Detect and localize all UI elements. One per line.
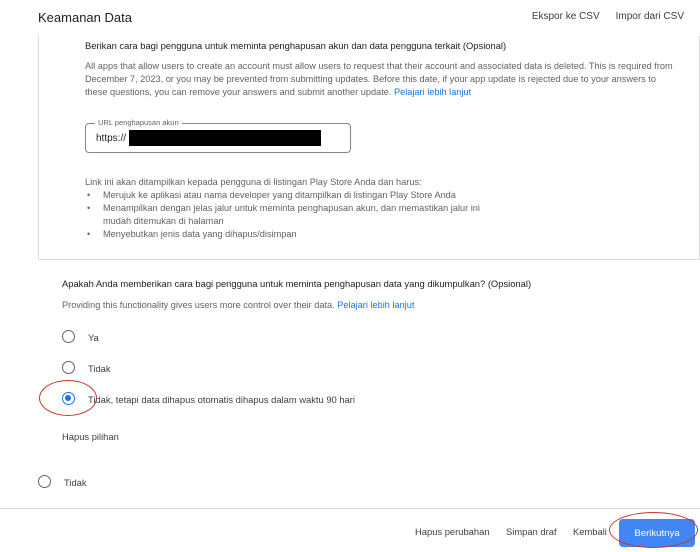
header-actions: Ekspor ke CSV Impor dari CSV bbox=[532, 11, 684, 22]
url-requirements-intro: Link ini akan ditampilkan kepada penggun… bbox=[85, 177, 422, 187]
radio-extra-no-label[interactable]: Tidak bbox=[64, 477, 87, 488]
save-draft-button[interactable]: Simpan draf bbox=[506, 526, 557, 537]
url-field-value: https:// bbox=[96, 133, 127, 144]
learn-more-link-2[interactable]: Pelajari lebih lanjut bbox=[337, 300, 414, 310]
account-deletion-description: All apps that allow users to create an a… bbox=[85, 60, 675, 99]
url-requirements: Link ini akan ditampilkan kepada penggun… bbox=[85, 176, 495, 241]
radio-no-auto-delete-label[interactable]: Tidak, tetapi data dihapus otomatis diha… bbox=[88, 394, 355, 405]
account-deletion-url-field[interactable]: URL penghapusan akun https:// bbox=[85, 118, 351, 153]
data-deletion-question-description: Providing this functionality gives users… bbox=[62, 300, 414, 310]
url-requirements-list: Merujuk ke aplikasi atau nama developer … bbox=[85, 189, 495, 241]
radio-extra-no[interactable] bbox=[38, 475, 51, 488]
export-csv-button[interactable]: Ekspor ke CSV bbox=[532, 11, 600, 22]
account-deletion-description-text: All apps that allow users to create an a… bbox=[85, 61, 673, 97]
radio-no-label[interactable]: Tidak bbox=[88, 363, 111, 374]
top-header: Keamanan Data Ekspor ke CSV Impor dari C… bbox=[0, 0, 700, 36]
redacted-block bbox=[129, 130, 321, 146]
requirement-item: Menampilkan dengan jelas jalur untuk mem… bbox=[85, 202, 495, 228]
account-deletion-title: Berikan cara bagi pengguna untuk meminta… bbox=[85, 40, 507, 51]
page-title: Keamanan Data bbox=[38, 10, 132, 25]
requirement-item: Merujuk ke aplikasi atau nama developer … bbox=[85, 189, 495, 202]
radio-no[interactable] bbox=[62, 361, 75, 374]
clear-selection-button[interactable]: Hapus pilihan bbox=[62, 431, 119, 442]
radio-yes-label[interactable]: Ya bbox=[88, 332, 99, 343]
learn-more-link[interactable]: Pelajari lebih lanjut bbox=[394, 87, 471, 97]
data-deletion-description-text: Providing this functionality gives users… bbox=[62, 300, 335, 310]
url-field-label: URL penghapusan akun bbox=[95, 118, 182, 127]
discard-changes-button[interactable]: Hapus perubahan bbox=[415, 526, 490, 537]
import-csv-button[interactable]: Impor dari CSV bbox=[616, 11, 684, 22]
requirement-item: Menyebutkan jenis data yang dihapus/disi… bbox=[85, 228, 495, 241]
radio-yes[interactable] bbox=[62, 330, 75, 343]
footer-bar: Hapus perubahan Simpan draf Kembali Beri… bbox=[0, 508, 700, 552]
radio-no-auto-delete[interactable] bbox=[62, 392, 75, 405]
back-button[interactable]: Kembali bbox=[573, 526, 607, 537]
data-deletion-question-title: Apakah Anda memberikan cara bagi penggun… bbox=[62, 278, 532, 289]
next-button[interactable]: Berikutnya bbox=[619, 519, 695, 547]
